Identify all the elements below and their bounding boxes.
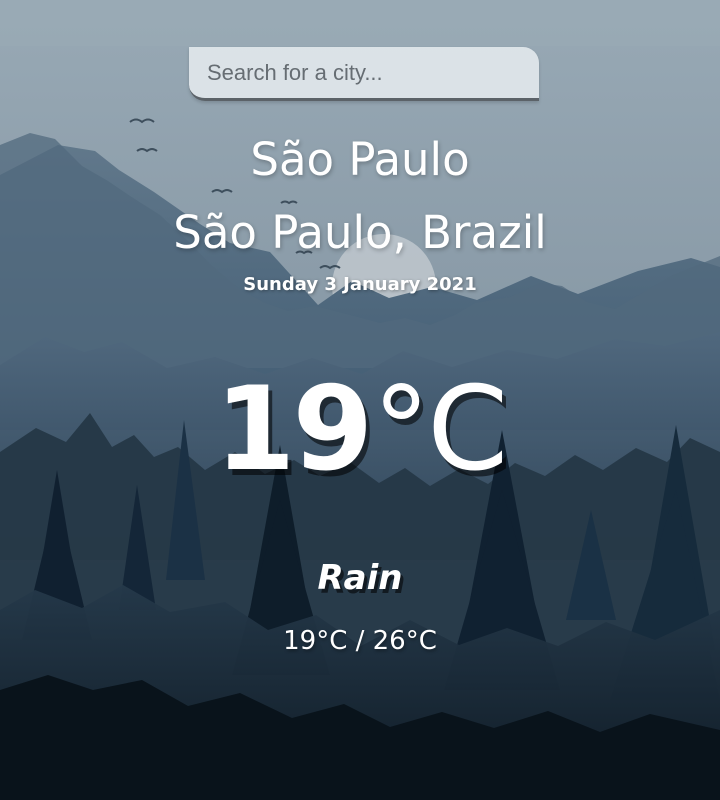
weather-content: São Paulo São Paulo, Brazil Sunday 3 Jan… — [0, 0, 720, 800]
weather-condition: Rain — [317, 558, 403, 598]
weather-date: Sunday 3 January 2021 — [243, 274, 477, 295]
weather-app: São Paulo São Paulo, Brazil Sunday 3 Jan… — [0, 0, 720, 800]
current-temperature: 19°C — [0, 365, 720, 495]
temperature-range: 19°C / 26°C — [283, 626, 437, 656]
temperature-unit: °C — [372, 362, 508, 497]
temperature-value: 19 — [214, 362, 373, 497]
location-name: São Paulo, Brazil — [173, 206, 547, 259]
city-name: São Paulo — [250, 133, 470, 186]
